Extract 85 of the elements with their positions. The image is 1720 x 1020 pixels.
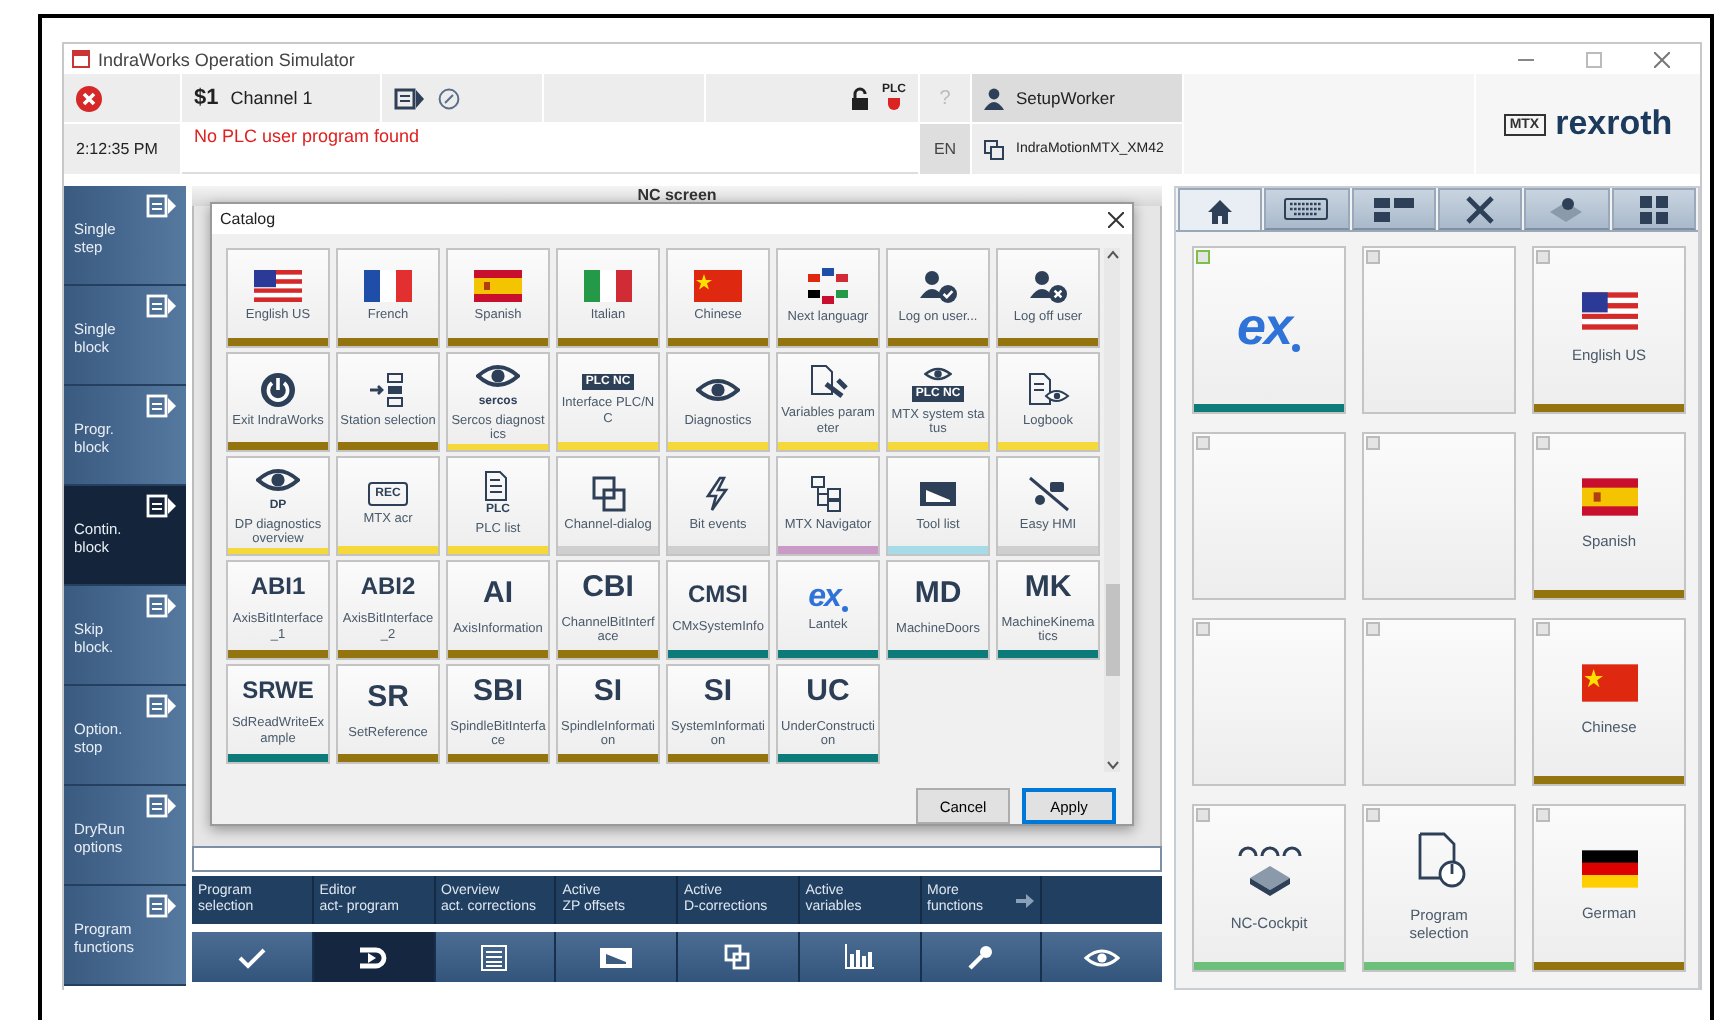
shortcut-tile[interactable] xyxy=(1362,246,1516,414)
logo: ex xyxy=(1237,304,1301,352)
flag-icon xyxy=(474,269,522,302)
flag-icon xyxy=(694,269,742,302)
flag-icon xyxy=(1581,663,1637,702)
power-icon xyxy=(256,371,300,408)
scroll-up-icon xyxy=(1105,248,1119,260)
shortcut-tile[interactable]: ex xyxy=(1192,246,1346,414)
user-icon xyxy=(984,87,1004,109)
panel-tab[interactable] xyxy=(1351,188,1436,230)
toolbar-tab[interactable] xyxy=(313,932,433,982)
flag-icon xyxy=(364,269,412,302)
flags-icon xyxy=(806,267,850,304)
dialog-title: Catalog xyxy=(220,210,276,228)
close-icon xyxy=(1108,211,1124,227)
shortcut-tile[interactable] xyxy=(1192,618,1346,786)
language-button[interactable]: EN xyxy=(933,140,957,158)
circle-icon xyxy=(438,87,460,109)
shortcut-tile[interactable] xyxy=(1192,432,1346,600)
status-message: No PLC user program found xyxy=(194,126,420,146)
input-field[interactable] xyxy=(192,846,1162,872)
block-arrow-icon xyxy=(146,394,178,418)
window-title: IndraWorks Operation Simulator xyxy=(98,49,357,69)
lock-icon xyxy=(850,86,870,110)
home-icon xyxy=(1206,197,1235,223)
toolbar-tab[interactable] xyxy=(921,932,1041,982)
copy-icon xyxy=(984,139,1004,159)
arrow-right-icon xyxy=(1016,893,1035,907)
block-arrow-icon xyxy=(146,494,178,518)
windows-icon xyxy=(723,943,752,971)
maximize-icon xyxy=(1586,51,1602,67)
eye-icon xyxy=(1084,945,1121,969)
wrench-icon xyxy=(966,943,995,971)
blocks-icon xyxy=(1373,197,1414,221)
panel-tab[interactable] xyxy=(1524,188,1610,230)
shortcut-tile[interactable] xyxy=(1362,618,1516,786)
block-arrow-icon xyxy=(146,894,178,918)
panel-tab[interactable] xyxy=(1437,188,1523,230)
tools-icon xyxy=(1464,193,1497,225)
crossed-out-icon xyxy=(1026,475,1070,512)
bar-chart-icon xyxy=(843,944,876,970)
panel-tab[interactable] xyxy=(1178,188,1263,230)
block-arrow-icon xyxy=(146,794,178,818)
toolbar-tab[interactable] xyxy=(435,932,555,982)
document-wrench-icon xyxy=(806,364,850,401)
tool-card-icon xyxy=(598,945,635,969)
flag-icon xyxy=(1581,849,1637,888)
flag-icon xyxy=(1581,477,1637,516)
flag-icon xyxy=(1581,291,1637,330)
user-check-icon xyxy=(916,267,960,304)
user-remove-icon xyxy=(1026,267,1070,304)
toolbar-tab[interactable] xyxy=(556,932,676,982)
close-icon xyxy=(1654,51,1670,67)
machine-icon xyxy=(1546,195,1587,223)
clock-time: 2:12:35 PM xyxy=(76,140,158,158)
flag-icon xyxy=(584,269,632,302)
program-arrow-icon xyxy=(394,87,426,109)
user-name: SetupWorker xyxy=(1016,88,1115,108)
error-icon xyxy=(76,85,102,111)
channel-number: $1 xyxy=(194,86,219,110)
block-arrow-icon xyxy=(146,294,178,318)
panel-tab[interactable] xyxy=(1611,188,1696,230)
keyboard-icon xyxy=(1284,198,1329,220)
block-arrow-icon xyxy=(146,594,178,618)
calculator-icon xyxy=(1639,195,1668,223)
document-eye-icon xyxy=(1026,371,1070,408)
panel-tab[interactable] xyxy=(1264,188,1350,230)
list-icon xyxy=(480,943,509,971)
check-icon xyxy=(235,945,268,969)
scrollbar[interactable] xyxy=(1104,248,1120,772)
flag-icon xyxy=(254,269,302,302)
app-icon xyxy=(72,50,90,68)
toolbar-tab[interactable] xyxy=(1042,932,1162,982)
eye-icon xyxy=(924,363,952,384)
shield-icon xyxy=(886,96,902,112)
toolbar-tab[interactable] xyxy=(678,932,798,982)
logo: ex xyxy=(808,583,848,612)
channel-name: Channel 1 xyxy=(230,88,313,108)
scroll-down-icon xyxy=(1105,760,1119,772)
shortcut-tile[interactable] xyxy=(1362,432,1516,600)
logo: rexroth xyxy=(1555,104,1673,144)
block-arrow-icon xyxy=(146,194,178,218)
toolbar-tab[interactable] xyxy=(799,932,919,982)
arrow-bracket-icon xyxy=(355,945,392,969)
block-arrow-icon xyxy=(146,694,178,718)
